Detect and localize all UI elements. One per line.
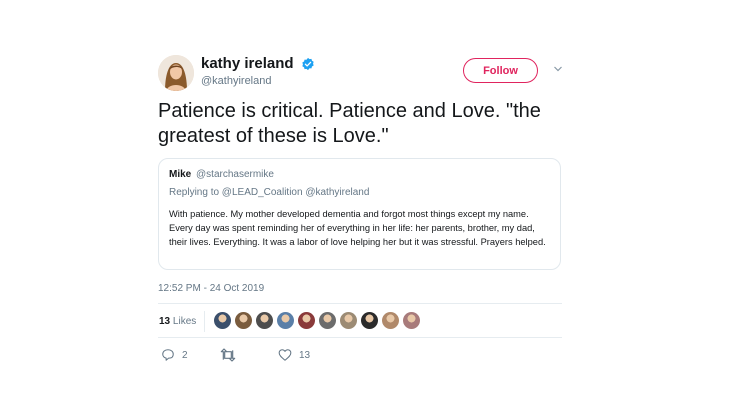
liker-avatar[interactable] [340, 312, 357, 329]
divider [158, 337, 562, 338]
tweet-actions: 2 13 [161, 348, 361, 363]
likes-count-label: Likes [172, 316, 197, 327]
quoted-tweet[interactable]: Mike @starchasermike Replying to @LEAD_C… [158, 158, 561, 270]
reply-icon [162, 349, 174, 361]
likes-separator [204, 311, 205, 332]
reply-button[interactable]: 2 [161, 348, 188, 362]
quoted-replying-to: Replying to @LEAD_Coalition @kathyirelan… [169, 187, 370, 198]
liker-avatar[interactable] [298, 312, 315, 329]
author-block: kathy ireland @kathyireland [201, 55, 315, 87]
quoted-author-handle: @starchasermike [196, 169, 274, 180]
liker-avatar[interactable] [256, 312, 273, 329]
liker-avatar[interactable] [382, 312, 399, 329]
liker-avatar[interactable] [277, 312, 294, 329]
likes-row: 13 Likes [158, 306, 562, 337]
likes-count-number: 13 [159, 316, 171, 327]
likers-avatars [214, 312, 424, 330]
author-display-name[interactable]: kathy ireland [201, 55, 294, 73]
reply-count: 2 [182, 349, 188, 361]
tweet-timestamp[interactable]: 12:52 PM - 24 Oct 2019 [158, 283, 264, 294]
chevron-down-icon[interactable] [553, 64, 563, 74]
verified-badge-icon [302, 57, 314, 71]
heart-icon [278, 349, 292, 361]
liker-avatar[interactable] [403, 312, 420, 329]
retweet-button[interactable] [220, 348, 243, 362]
liker-avatar[interactable] [361, 312, 378, 329]
liker-avatar[interactable] [214, 312, 231, 329]
likes-count[interactable]: 13 Likes [159, 316, 196, 327]
author-handle[interactable]: @kathyireland [201, 75, 315, 87]
follow-button[interactable]: Follow [463, 58, 538, 83]
quoted-tweet-text: With patience. My mother developed demen… [169, 209, 546, 247]
like-count: 13 [299, 349, 311, 361]
avatar[interactable] [158, 55, 194, 91]
liker-avatar[interactable] [235, 312, 252, 329]
tweet-text: Patience is critical. Patience and Love.… [158, 100, 541, 147]
like-button[interactable]: 13 [278, 348, 310, 362]
quoted-author-name: Mike [169, 169, 192, 180]
liker-avatar[interactable] [319, 312, 336, 329]
retweet-icon [220, 348, 236, 362]
divider [158, 303, 562, 304]
